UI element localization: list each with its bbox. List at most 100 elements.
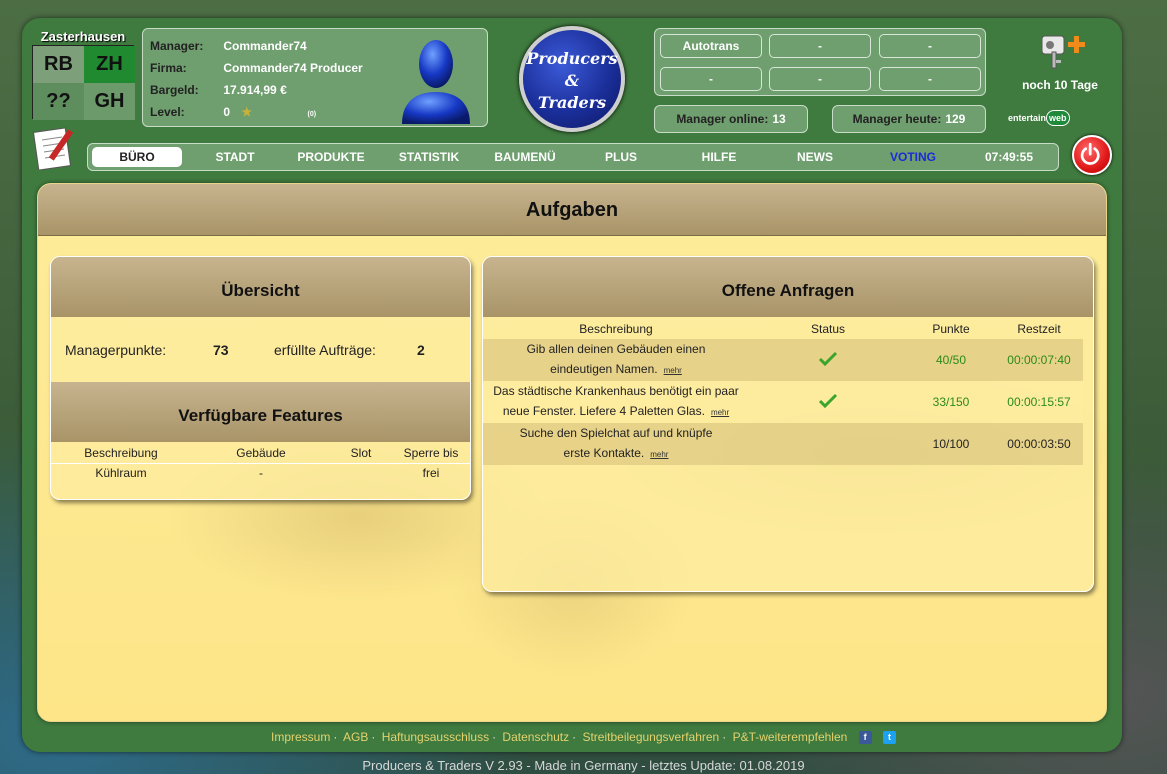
city-cell-rb[interactable]: RB: [33, 46, 84, 83]
logout-button[interactable]: [1072, 135, 1112, 175]
table-row[interactable]: Das städtische Krankenhaus benötigt ein …: [483, 381, 1083, 423]
manager-online-pill: Manager online: 13: [654, 105, 808, 133]
nav-statistik[interactable]: STATISTIK: [384, 147, 474, 167]
requests-col-punkte: Punkte: [932, 322, 970, 336]
features-col-gebaeude: Gebäude: [236, 445, 286, 460]
overview-panel: Übersicht Managerpunkte: 73 erfüllte Auf…: [50, 256, 471, 500]
nav-stadt[interactable]: STADT: [190, 147, 280, 167]
manager-points-label: Managerpunkte:: [65, 342, 167, 358]
feature-slot: [331, 463, 391, 483]
table-row[interactable]: Kühlraum - frei: [51, 463, 470, 483]
city-cell-zh[interactable]: ZH: [84, 46, 135, 83]
twitter-icon[interactable]: t: [883, 731, 896, 745]
checkmark-icon: [818, 393, 838, 408]
notepad-icon[interactable]: [32, 124, 80, 170]
firma-name: Commander74 Producer: [223, 61, 363, 75]
table-row[interactable]: Suche den Spielchat auf und knüpfe erste…: [483, 423, 1083, 465]
producers-traders-logo[interactable]: Producers & Traders: [519, 26, 625, 132]
facebook-icon[interactable]: f: [858, 731, 872, 745]
manager-label: Manager:: [150, 39, 204, 53]
star-icon: ★: [241, 105, 253, 119]
nav-news[interactable]: NEWS: [770, 147, 860, 167]
nav-buero[interactable]: BÜRO: [92, 147, 182, 167]
manager-avatar-icon[interactable]: [398, 34, 474, 126]
nav-baumenue[interactable]: BAUMENÜ: [480, 147, 570, 167]
footer-link-haftungsausschluss[interactable]: Haftungsausschluss: [382, 730, 489, 744]
autotrans-slot-2[interactable]: -: [769, 34, 871, 58]
manager-online-value: 13: [772, 112, 786, 126]
request-status: [749, 423, 907, 465]
autotrans-slot-6[interactable]: -: [879, 67, 981, 91]
request-punkte: 33/150: [932, 395, 970, 409]
nav-plus[interactable]: PLUS: [576, 147, 666, 167]
requests-col-status: Status: [810, 322, 846, 336]
nav-hilfe[interactable]: HILFE: [674, 147, 764, 167]
request-more-link[interactable]: mehr: [650, 450, 668, 459]
request-beschreibung: Gib allen deinen Gebäuden einen eindeuti…: [483, 339, 749, 381]
bargeld-label: Bargeld:: [150, 83, 199, 97]
features-col-beschreibung: Beschreibung: [84, 445, 158, 460]
request-beschreibung: Suche den Spielchat auf und knüpfe erste…: [483, 423, 749, 465]
request-status: [749, 339, 907, 381]
requests-table: Beschreibung Status Punkte Restzeit Gib …: [483, 319, 1083, 465]
level-extra: (0): [307, 111, 317, 118]
logo-line-1: Producers: [526, 49, 618, 68]
table-row[interactable]: Gib allen deinen Gebäuden einen eindeuti…: [483, 339, 1083, 381]
city-cell-unknown[interactable]: ??: [33, 83, 84, 120]
autotrans-slot-1[interactable]: Autotrans: [660, 34, 762, 58]
fulfilled-orders-value: 2: [417, 342, 425, 358]
autotrans-panel: Autotrans - - - - -: [654, 28, 986, 96]
main-nav: BÜRO STADT PRODUKTE STATISTIK BAUMENÜ PL…: [87, 143, 1059, 171]
open-requests-panel: Offene Anfragen Beschreibung Status Punk…: [482, 256, 1094, 592]
power-icon: [1080, 142, 1100, 165]
bargeld-value: 17.914,99 €: [223, 83, 287, 97]
manager-name: Commander74: [223, 39, 307, 53]
logo-line-2: &: [564, 71, 580, 90]
feature-gebaeude: -: [259, 466, 263, 481]
page-title: Aufgaben: [38, 184, 1106, 236]
requests-header-row: Beschreibung Status Punkte Restzeit: [483, 319, 1083, 339]
firma-label: Firma:: [150, 61, 187, 75]
premium-days-left: noch 10 Tage: [1022, 78, 1098, 92]
footer-link-agb[interactable]: AGB: [343, 730, 368, 744]
request-text-line-2: eindeutigen Namen. mehr: [483, 359, 749, 381]
footer-links: Impressum · AGB · Haftungsausschluss · Date…: [0, 730, 1167, 745]
nav-voting[interactable]: VOTING: [868, 147, 958, 167]
features-title: Verfügbare Features: [51, 382, 470, 442]
request-status: [749, 381, 907, 423]
footer-link-impressum[interactable]: Impressum: [271, 730, 330, 744]
city-cell-gh[interactable]: GH: [84, 83, 135, 120]
request-text-line-1: Das städtische Krankenhaus benötigt ein …: [493, 384, 739, 398]
request-more-link[interactable]: mehr: [711, 408, 729, 417]
features-table: Beschreibung Gebäude Slot Sperre bis Küh…: [51, 443, 470, 483]
manager-today-label: Manager heute:: [852, 112, 942, 126]
level-value: 0: [223, 105, 231, 119]
version-info: Producers & Traders V 2.93 - Made in Ger…: [362, 758, 805, 773]
autotrans-slot-4[interactable]: -: [660, 67, 762, 91]
request-restzeit: 00:00:03:50: [1007, 437, 1071, 451]
request-text-line-2-text: neue Fenster. Liefere 4 Paletten Glas.: [502, 404, 705, 418]
footer-link-weiterempfehlen[interactable]: P&T-weiterempfehlen: [733, 730, 848, 744]
autotrans-slot-5[interactable]: -: [769, 67, 871, 91]
city-map[interactable]: RB ZH ?? GH: [32, 45, 135, 120]
logo-line-3: Traders: [537, 93, 607, 112]
request-text-line-1: Gib allen deinen Gebäuden einen: [526, 342, 706, 356]
request-punkte: 40/50: [935, 353, 967, 367]
requests-col-beschreibung: Beschreibung: [579, 322, 653, 336]
request-more-link[interactable]: mehr: [664, 366, 682, 375]
manager-online-label: Manager online:: [676, 112, 769, 126]
nav-produkte[interactable]: PRODUKTE: [284, 147, 378, 167]
manager-today-pill: Manager heute: 129: [832, 105, 986, 133]
request-text-line-2: erste Kontakte. mehr: [483, 443, 749, 465]
entertainweb-logo[interactable]: entertain web: [1008, 110, 1070, 126]
autotrans-slot-3[interactable]: -: [879, 34, 981, 58]
premium-key-icon[interactable]: [1040, 30, 1088, 70]
requests-col-restzeit: Restzeit: [1017, 322, 1061, 336]
bargeld-row: Bargeld: 17.914,99 €: [150, 81, 287, 99]
footer-link-streitbeilegung[interactable]: Streitbeilegungsverfahren: [582, 730, 719, 744]
firma-row: Firma: Commander74 Producer: [150, 59, 363, 77]
main-content: Aufgaben Übersicht Managerpunkte: 73 erf…: [37, 183, 1107, 722]
footer-link-datenschutz[interactable]: Datenschutz: [502, 730, 569, 744]
request-text-line-2: neue Fenster. Liefere 4 Paletten Glas. me…: [483, 401, 749, 423]
level-row: Level: 0 ★ (0): [150, 103, 316, 121]
